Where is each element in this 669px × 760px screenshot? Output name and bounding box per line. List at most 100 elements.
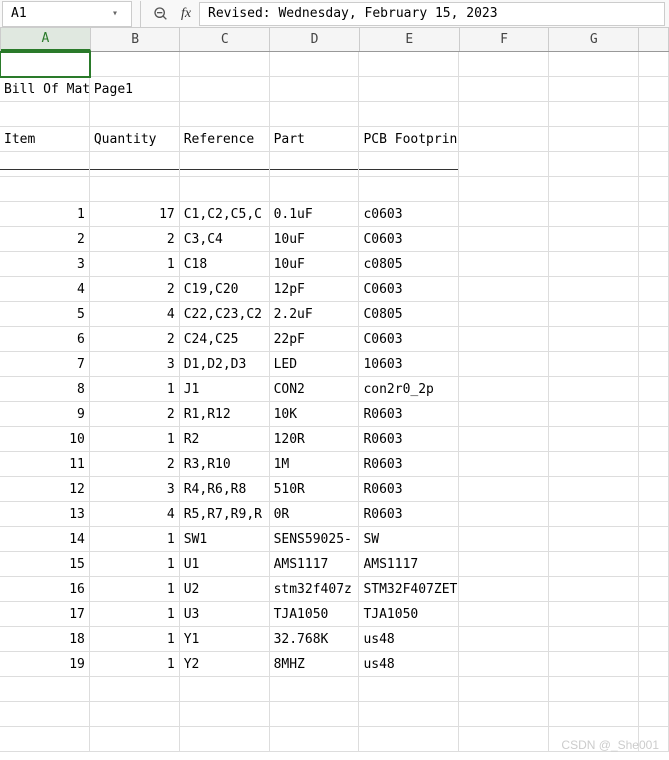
cell[interactable] <box>549 577 639 602</box>
cell-fp[interactable]: R0603 <box>359 477 459 502</box>
cell[interactable] <box>459 302 549 327</box>
cell-qty[interactable]: 1 <box>90 627 180 652</box>
cell[interactable] <box>180 52 270 77</box>
cell-item[interactable]: 14 <box>0 527 90 552</box>
cell[interactable] <box>549 402 639 427</box>
col-header-c[interactable]: C <box>180 28 270 51</box>
cell[interactable] <box>459 602 549 627</box>
cell[interactable] <box>459 477 549 502</box>
cell-qty[interactable]: 3 <box>90 352 180 377</box>
cell-item[interactable]: 3 <box>0 252 90 277</box>
cell-part[interactable]: 510R <box>270 477 360 502</box>
cell[interactable] <box>270 177 360 202</box>
cell-qty[interactable]: 1 <box>90 427 180 452</box>
cell-ref[interactable]: R4,R6,R8 <box>180 477 270 502</box>
cell[interactable] <box>639 327 669 352</box>
cell[interactable] <box>639 652 669 677</box>
cell-fp[interactable]: TJA1050 <box>359 602 459 627</box>
cell-fp[interactable]: R0603 <box>359 502 459 527</box>
col-header-e[interactable]: E <box>360 28 460 51</box>
cell-ref[interactable]: C19,C20 <box>180 277 270 302</box>
cell-part[interactable]: AMS1117 <box>270 552 360 577</box>
col-header-h[interactable] <box>639 28 669 51</box>
cell[interactable] <box>459 627 549 652</box>
cell-part[interactable]: 120R <box>270 427 360 452</box>
cell[interactable] <box>639 502 669 527</box>
underline-cell[interactable] <box>180 152 270 177</box>
cell[interactable] <box>549 702 639 727</box>
cell-qty[interactable]: 2 <box>90 277 180 302</box>
cell[interactable] <box>459 577 549 602</box>
cell[interactable] <box>180 102 270 127</box>
cell-qty[interactable]: 1 <box>90 577 180 602</box>
cell[interactable] <box>459 402 549 427</box>
cell[interactable] <box>549 352 639 377</box>
cell[interactable] <box>359 677 459 702</box>
cell[interactable] <box>90 177 180 202</box>
cell-ref[interactable]: C1,C2,C5,C <box>180 202 270 227</box>
chevron-down-icon[interactable]: ▾ <box>103 8 127 19</box>
underline-cell[interactable] <box>270 152 360 177</box>
cell[interactable] <box>270 677 360 702</box>
cell[interactable] <box>90 102 180 127</box>
cell-item[interactable]: 9 <box>0 402 90 427</box>
cell-fp[interactable]: AMS1117 <box>359 552 459 577</box>
col-header-f[interactable]: F <box>460 28 550 51</box>
cell[interactable] <box>639 702 669 727</box>
cell-item[interactable]: 17 <box>0 602 90 627</box>
cell-qty[interactable]: 2 <box>90 452 180 477</box>
cell[interactable] <box>459 127 549 152</box>
cell[interactable] <box>270 52 360 77</box>
cell[interactable] <box>459 252 549 277</box>
cell-page[interactable]: Page1 <box>90 77 180 102</box>
cell[interactable] <box>549 452 639 477</box>
cell[interactable] <box>0 702 90 727</box>
cell[interactable] <box>459 502 549 527</box>
cell[interactable] <box>549 202 639 227</box>
cell-ref[interactable]: C3,C4 <box>180 227 270 252</box>
cell[interactable] <box>639 677 669 702</box>
cell-fp[interactable]: c0805 <box>359 252 459 277</box>
cell-item[interactable]: 2 <box>0 227 90 252</box>
cell-part[interactable]: 0.1uF <box>270 202 360 227</box>
cell[interactable] <box>639 202 669 227</box>
col-header-a[interactable]: A <box>1 28 91 51</box>
cell[interactable] <box>459 277 549 302</box>
cell-ref[interactable]: R3,R10 <box>180 452 270 477</box>
cell[interactable] <box>549 252 639 277</box>
cell-qty[interactable]: 1 <box>90 652 180 677</box>
cell[interactable] <box>639 52 669 77</box>
cell-ref[interactable]: C24,C25 <box>180 327 270 352</box>
cell-ref[interactable]: U1 <box>180 552 270 577</box>
cell-ref[interactable]: D1,D2,D3 <box>180 352 270 377</box>
cell-ref[interactable]: Y2 <box>180 652 270 677</box>
cell-ref[interactable]: J1 <box>180 377 270 402</box>
cell[interactable] <box>459 102 549 127</box>
cell[interactable] <box>459 527 549 552</box>
cell[interactable] <box>639 102 669 127</box>
cell-item[interactable]: 7 <box>0 352 90 377</box>
cell[interactable] <box>549 427 639 452</box>
cell-item[interactable]: 6 <box>0 327 90 352</box>
cell-qty[interactable]: 1 <box>90 252 180 277</box>
cell[interactable] <box>359 702 459 727</box>
cell[interactable] <box>459 202 549 227</box>
cell-qty[interactable]: 2 <box>90 402 180 427</box>
cell-part[interactable]: 10uF <box>270 252 360 277</box>
cell-part[interactable]: LED <box>270 352 360 377</box>
cell[interactable] <box>549 652 639 677</box>
cell[interactable] <box>459 327 549 352</box>
cell[interactable] <box>639 177 669 202</box>
cell[interactable] <box>639 452 669 477</box>
cell-fp[interactable]: C0603 <box>359 277 459 302</box>
cell-part[interactable]: CON2 <box>270 377 360 402</box>
cell-part[interactable]: TJA1050 <box>270 602 360 627</box>
cell-qty[interactable]: 2 <box>90 227 180 252</box>
cell-a1[interactable] <box>0 52 90 77</box>
cell[interactable] <box>459 52 549 77</box>
cell[interactable] <box>0 177 90 202</box>
cell[interactable] <box>549 227 639 252</box>
cell-part[interactable]: 8MHZ <box>270 652 360 677</box>
underline-cell[interactable] <box>0 152 90 177</box>
cell[interactable] <box>459 452 549 477</box>
